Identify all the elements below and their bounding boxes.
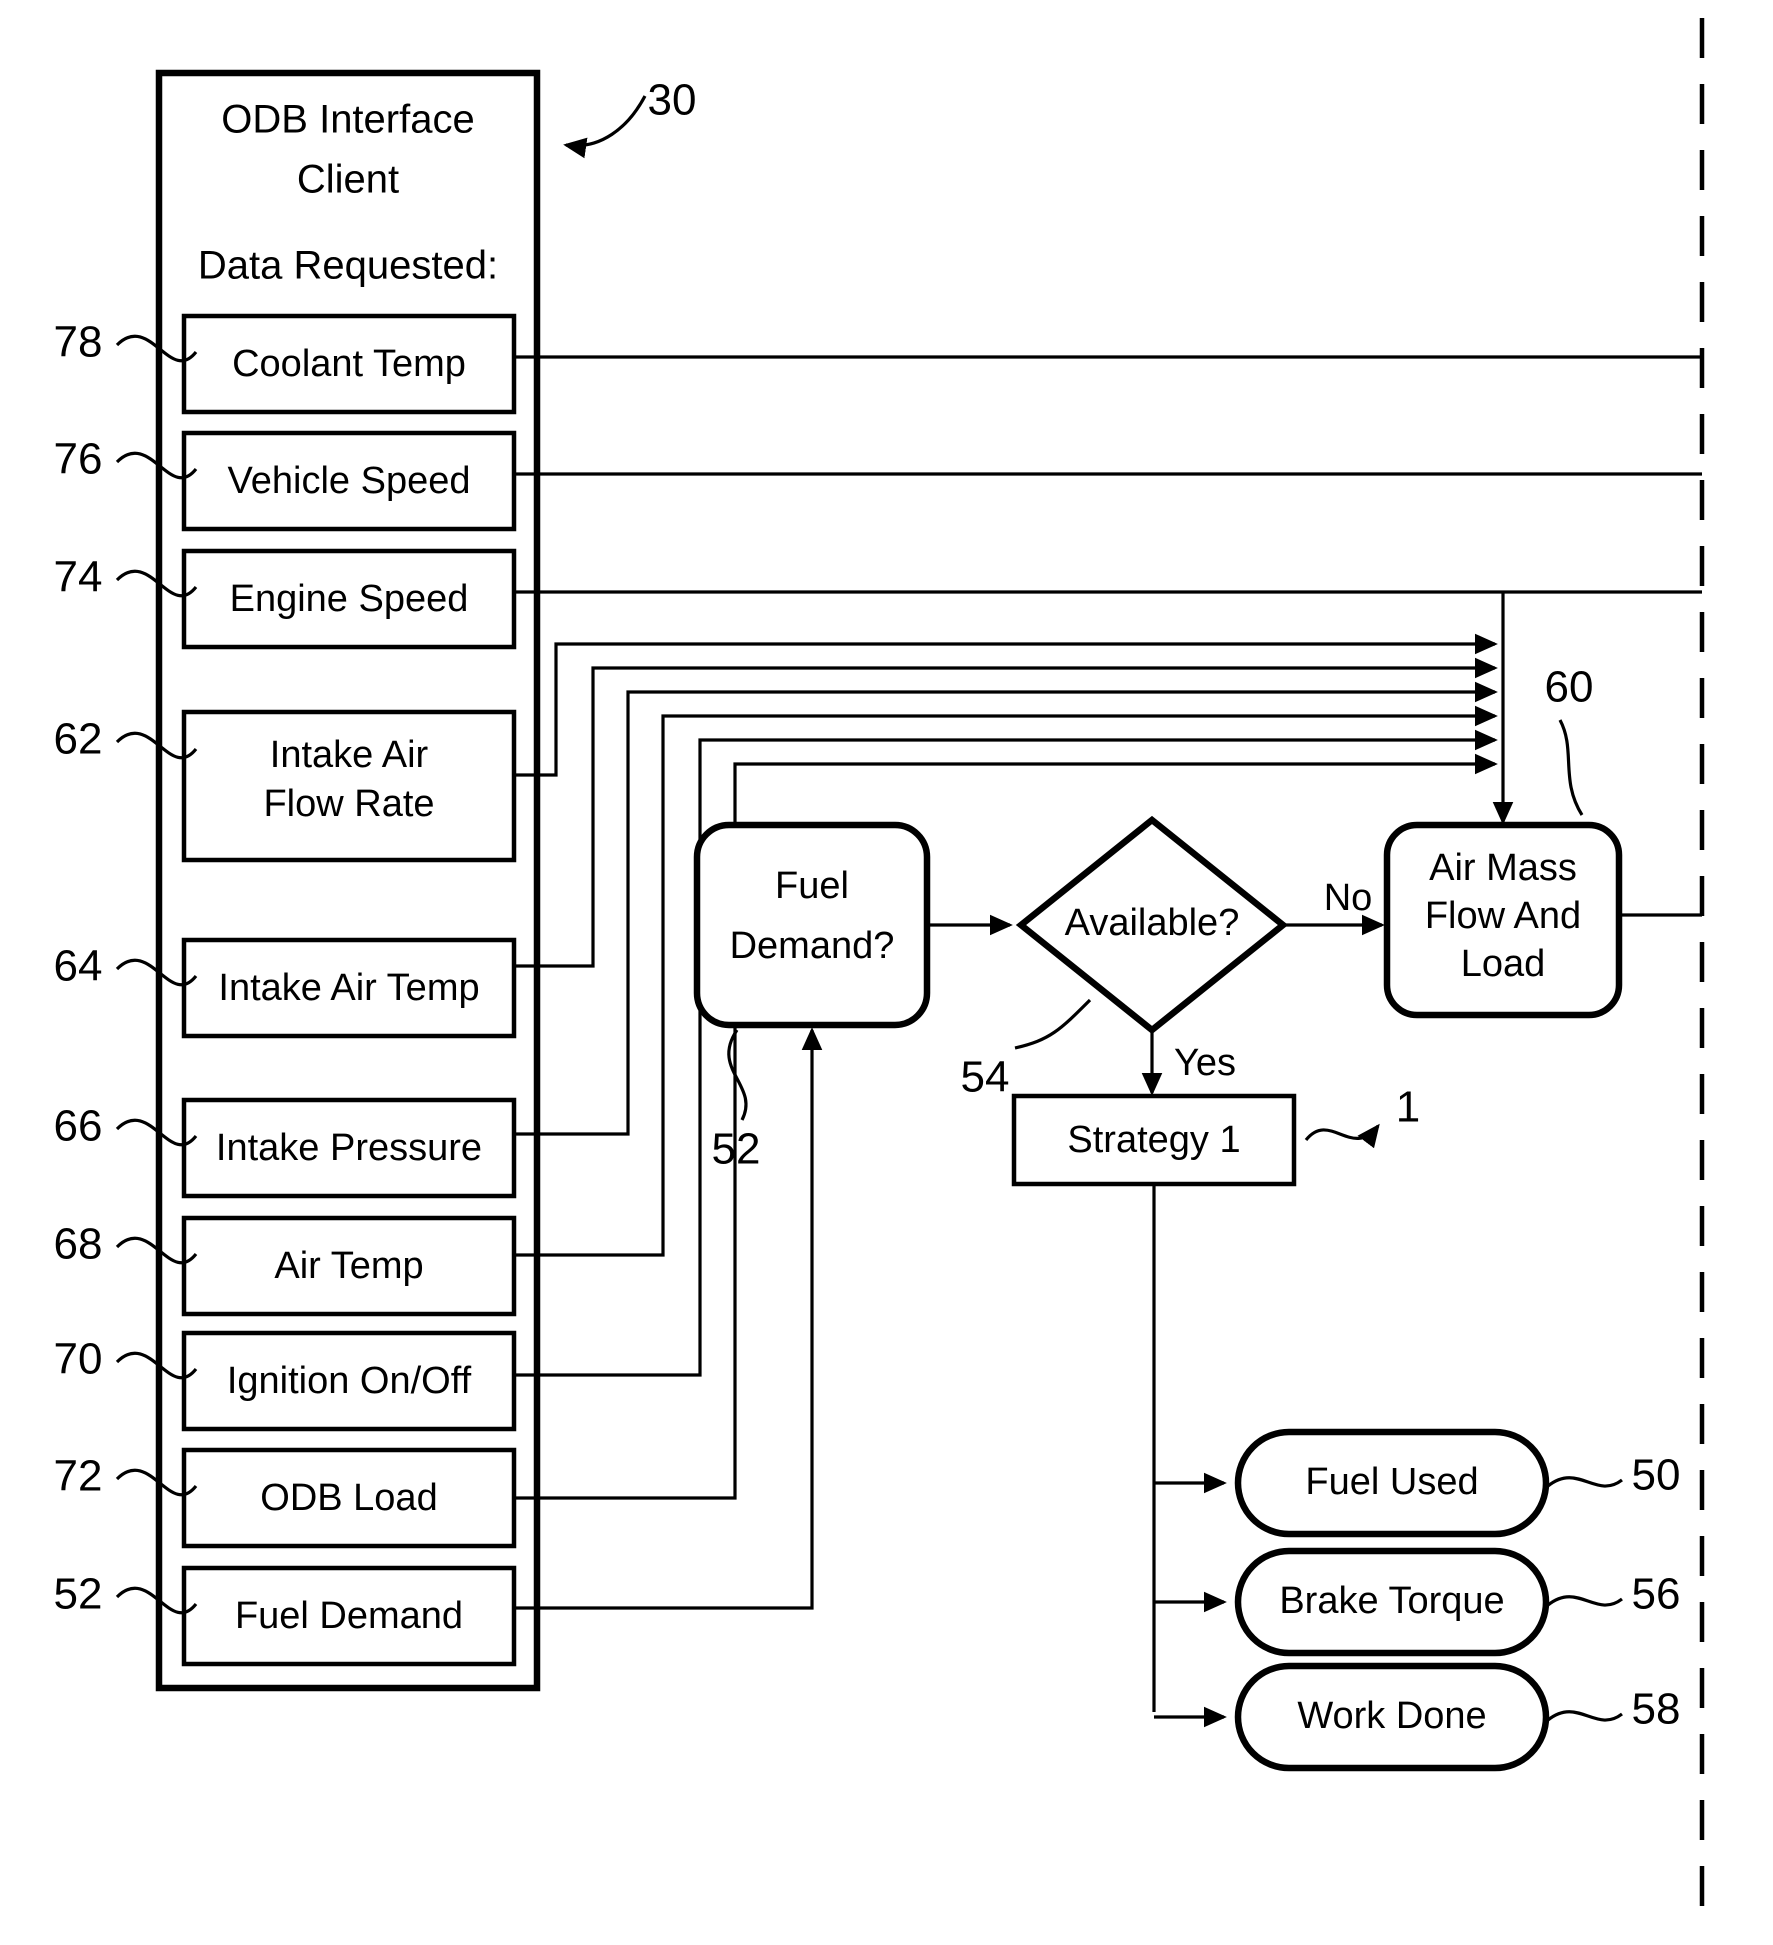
process-fuel-demand-label-2: Demand?: [730, 925, 895, 967]
decision-branch-yes-label: Yes: [1174, 1042, 1236, 1084]
data-item-label-ignition-on-off: Ignition On/Off: [227, 1360, 472, 1402]
output-brake-torque-label: Brake Torque: [1279, 1580, 1504, 1622]
leader-line-50: [1547, 1476, 1623, 1488]
ref-numeral-52-list: 52: [54, 1570, 103, 1619]
data-item-label-intake-air-flow-rate-2: Flow Rate: [263, 783, 434, 825]
output-work-done-label: Work Done: [1297, 1695, 1486, 1737]
data-item-label-engine-speed: Engine Speed: [230, 578, 469, 620]
panel-title-line2: Client: [297, 158, 399, 202]
panel-title-line1: ODB Interface: [221, 98, 474, 142]
data-item-label-coolant-temp: Coolant Temp: [232, 343, 466, 385]
leader-line-58: [1547, 1710, 1623, 1722]
leader-line-strategy-1: [1304, 1123, 1380, 1149]
data-item-label-fuel-demand: Fuel Demand: [235, 1595, 463, 1637]
data-item-label-intake-air-temp: Intake Air Temp: [218, 967, 479, 1009]
ref-numeral-70: 70: [54, 1335, 103, 1384]
routed-line-air-temp: [514, 705, 1498, 1257]
ref-numeral-58: 58: [1632, 1685, 1681, 1734]
ref-numeral-62: 62: [54, 715, 103, 764]
leader-line-54: [1014, 998, 1092, 1050]
air-mass-label-1: Air Mass: [1429, 847, 1577, 889]
ref-numeral-66: 66: [54, 1102, 103, 1151]
ref-numeral-52-process: 52: [712, 1125, 761, 1174]
ref-numeral-78: 78: [54, 318, 103, 367]
ref-numeral-60: 60: [1545, 663, 1594, 712]
air-mass-label-2: Flow And: [1425, 895, 1581, 937]
routed-line-odb-load: [514, 753, 1498, 1500]
leader-line-30: [563, 95, 647, 159]
patent-figure-page: ODB Interface Client Data Requested: Coo…: [0, 0, 1773, 1945]
flow-diagram-canvas: ODB Interface Client Data Requested: Coo…: [54, 18, 1705, 1930]
ref-numeral-30: 30: [648, 76, 697, 125]
routed-line-intake-air-temp: [514, 657, 1498, 968]
air-mass-label-3: Load: [1461, 943, 1546, 985]
panel-subtitle: Data Requested:: [198, 244, 498, 288]
decision-branch-no-label: No: [1324, 877, 1373, 919]
ref-numeral-50: 50: [1632, 1451, 1681, 1500]
ref-numeral-1: 1: [1396, 1083, 1420, 1132]
data-item-label-intake-air-flow-rate-1: Intake Air: [270, 734, 429, 776]
data-item-label-air-temp: Air Temp: [274, 1245, 423, 1287]
leader-line-60: [1558, 719, 1584, 816]
ref-numeral-72: 72: [54, 1452, 103, 1501]
leader-line-52-process: [727, 1029, 748, 1121]
routed-line-intake-air-flow-rate: [514, 633, 1498, 777]
process-strategy-1-label: Strategy 1: [1067, 1119, 1240, 1161]
ref-numeral-64: 64: [54, 942, 103, 991]
data-item-label-odb-load: ODB Load: [260, 1477, 437, 1519]
ref-numeral-68: 68: [54, 1220, 103, 1269]
output-fuel-used-label: Fuel Used: [1305, 1461, 1478, 1503]
data-item-label-intake-pressure: Intake Pressure: [216, 1127, 482, 1169]
process-fuel-demand-label-1: Fuel: [775, 865, 849, 907]
data-item-label-vehicle-speed: Vehicle Speed: [228, 460, 471, 502]
ref-numeral-76: 76: [54, 435, 103, 484]
ref-numeral-56: 56: [1632, 1570, 1681, 1619]
decision-available-label: Available?: [1065, 902, 1240, 944]
ref-numeral-54: 54: [961, 1053, 1010, 1102]
ref-numeral-74: 74: [54, 553, 103, 602]
leader-line-56: [1547, 1595, 1623, 1607]
